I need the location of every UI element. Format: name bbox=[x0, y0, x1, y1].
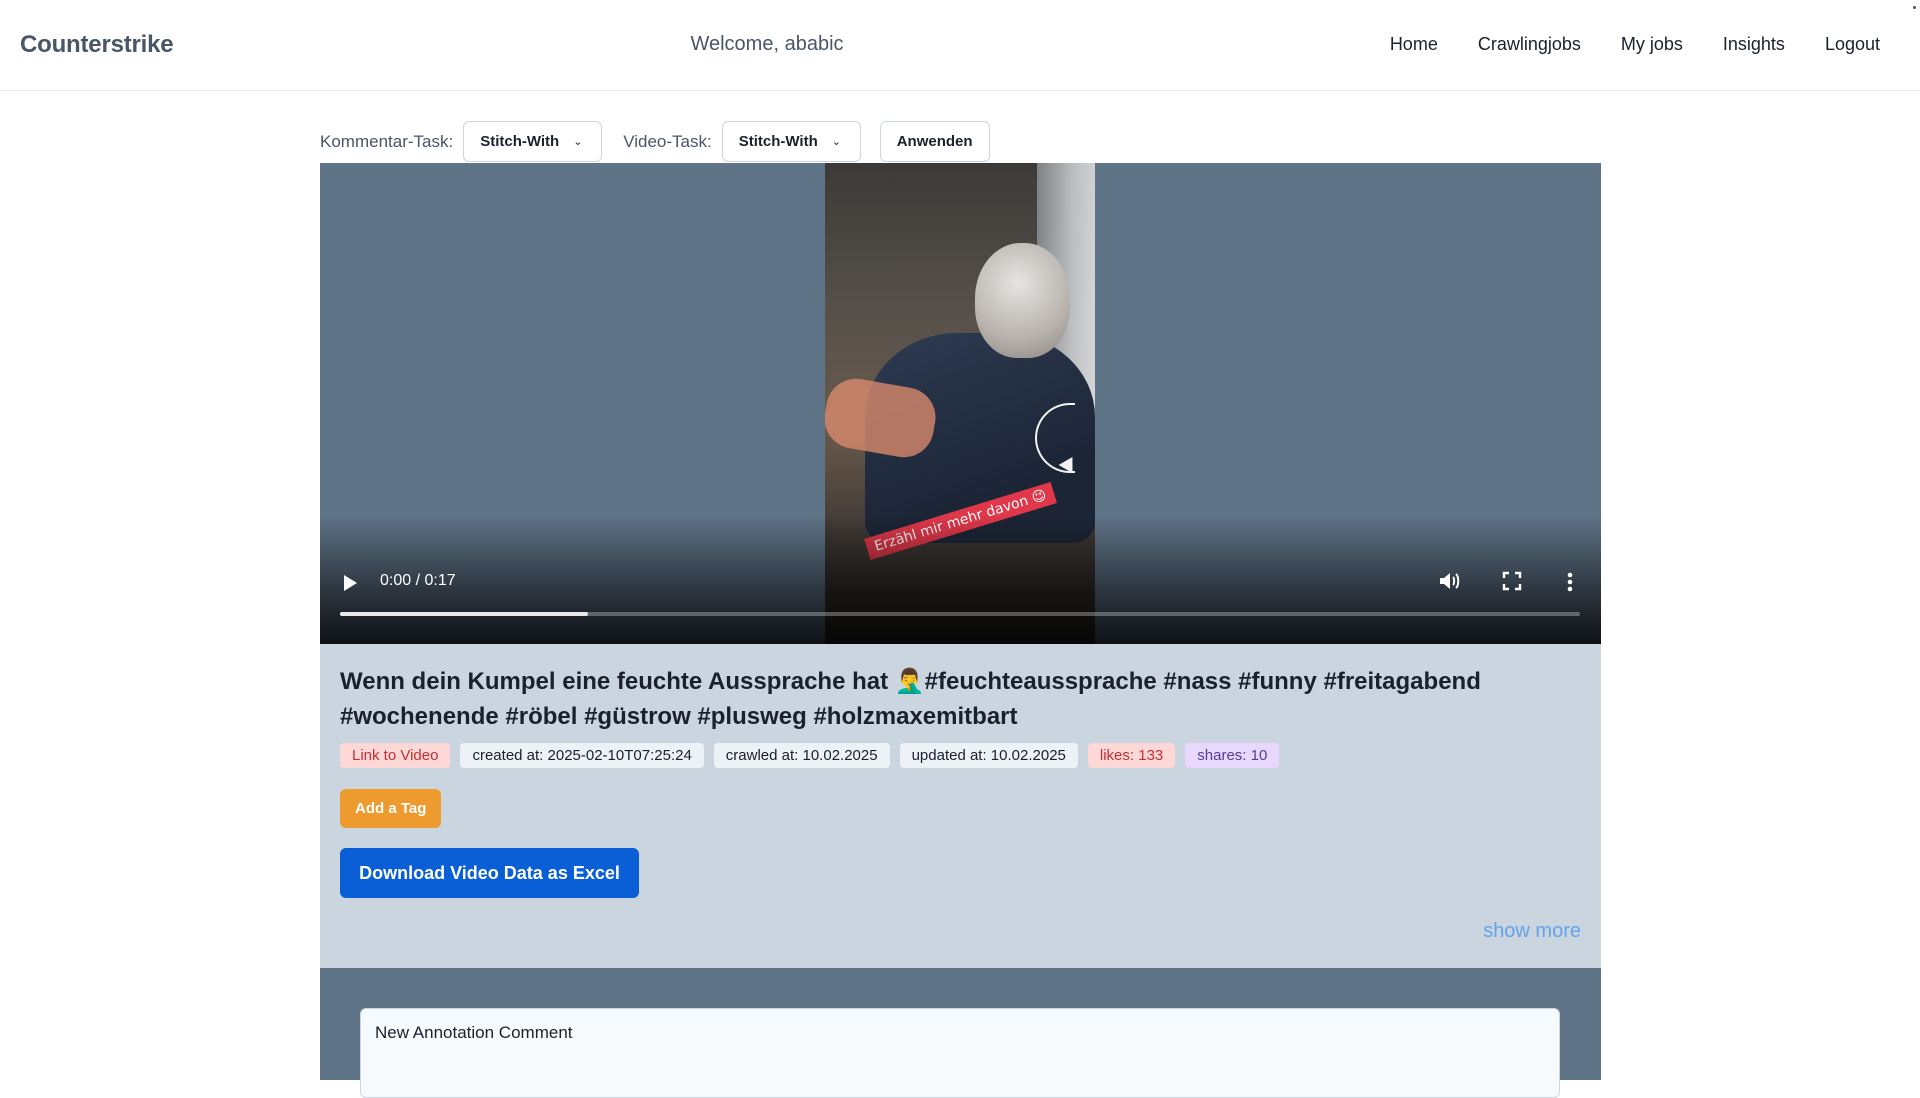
video-progress-bar[interactable] bbox=[340, 612, 1580, 616]
more-vert-icon[interactable] bbox=[1567, 572, 1573, 592]
shares-badge: shares: 10 bbox=[1185, 743, 1280, 768]
play-icon[interactable] bbox=[344, 575, 357, 591]
updated-at-badge: updated at: 10.02.2025 bbox=[899, 743, 1078, 768]
video-info-panel: Wenn dein Kumpel eine feuchte Aussprache… bbox=[320, 644, 1601, 968]
annotation-section: New Annotation Comment bbox=[320, 968, 1601, 1098]
chevron-down-icon: ⌄ bbox=[573, 136, 583, 148]
main-nav: Home Crawlingjobs My jobs Insights Logou… bbox=[1390, 34, 1880, 55]
comment-task-label: Kommentar-Task: bbox=[320, 131, 454, 151]
likes-badge: likes: 133 bbox=[1087, 743, 1176, 768]
top-navbar: Counterstrike Welcome, ababic Home Crawl… bbox=[0, 0, 1920, 91]
comment-task-value: Stitch-With bbox=[480, 133, 560, 150]
comment-task-select[interactable]: Stitch-With ⌄ bbox=[463, 121, 603, 162]
task-selector-row: Kommentar-Task: Stitch-With ⌄ Video-Task… bbox=[320, 121, 990, 162]
nav-home[interactable]: Home bbox=[1390, 34, 1438, 55]
video-player[interactable]: Erzähl mir mehr davon 😉 0:00 / 0:17 bbox=[320, 163, 1601, 644]
add-tag-button[interactable]: Add a Tag bbox=[340, 789, 442, 828]
video-person-head bbox=[975, 243, 1070, 358]
annotation-comment-input[interactable]: New Annotation Comment bbox=[360, 1008, 1560, 1098]
crawled-at-badge: crawled at: 10.02.2025 bbox=[713, 743, 890, 768]
welcome-message: Welcome, ababic bbox=[690, 33, 844, 55]
nav-crawlingjobs[interactable]: Crawlingjobs bbox=[1478, 34, 1581, 55]
video-task-select[interactable]: Stitch-With ⌄ bbox=[721, 121, 861, 162]
apply-button[interactable]: Anwenden bbox=[879, 121, 990, 162]
video-time: 0:00 / 0:17 bbox=[380, 572, 456, 589]
video-progress-fill bbox=[340, 612, 588, 616]
download-excel-button[interactable]: Download Video Data as Excel bbox=[340, 848, 639, 898]
nav-logout[interactable]: Logout bbox=[1825, 34, 1880, 55]
controls-overlay bbox=[320, 514, 1601, 644]
link-to-video-badge[interactable]: Link to Video bbox=[340, 743, 451, 768]
volume-icon[interactable] bbox=[1438, 570, 1462, 592]
video-task-label: Video-Task: bbox=[623, 131, 712, 151]
nav-my-jobs[interactable]: My jobs bbox=[1621, 34, 1683, 55]
fullscreen-icon[interactable] bbox=[1502, 571, 1522, 591]
chevron-down-icon: ⌄ bbox=[831, 136, 841, 148]
metadata-badges: Link to Video created at: 2025-02-10T07:… bbox=[340, 743, 1280, 768]
video-title: Wenn dein Kumpel eine feuchte Aussprache… bbox=[340, 668, 1481, 730]
created-at-badge: created at: 2025-02-10T07:25:24 bbox=[460, 743, 704, 768]
nav-insights[interactable]: Insights bbox=[1723, 34, 1785, 55]
corner-dot bbox=[1913, 6, 1916, 9]
show-more-link[interactable]: show more bbox=[1483, 920, 1581, 943]
video-task-value: Stitch-With bbox=[738, 133, 818, 150]
